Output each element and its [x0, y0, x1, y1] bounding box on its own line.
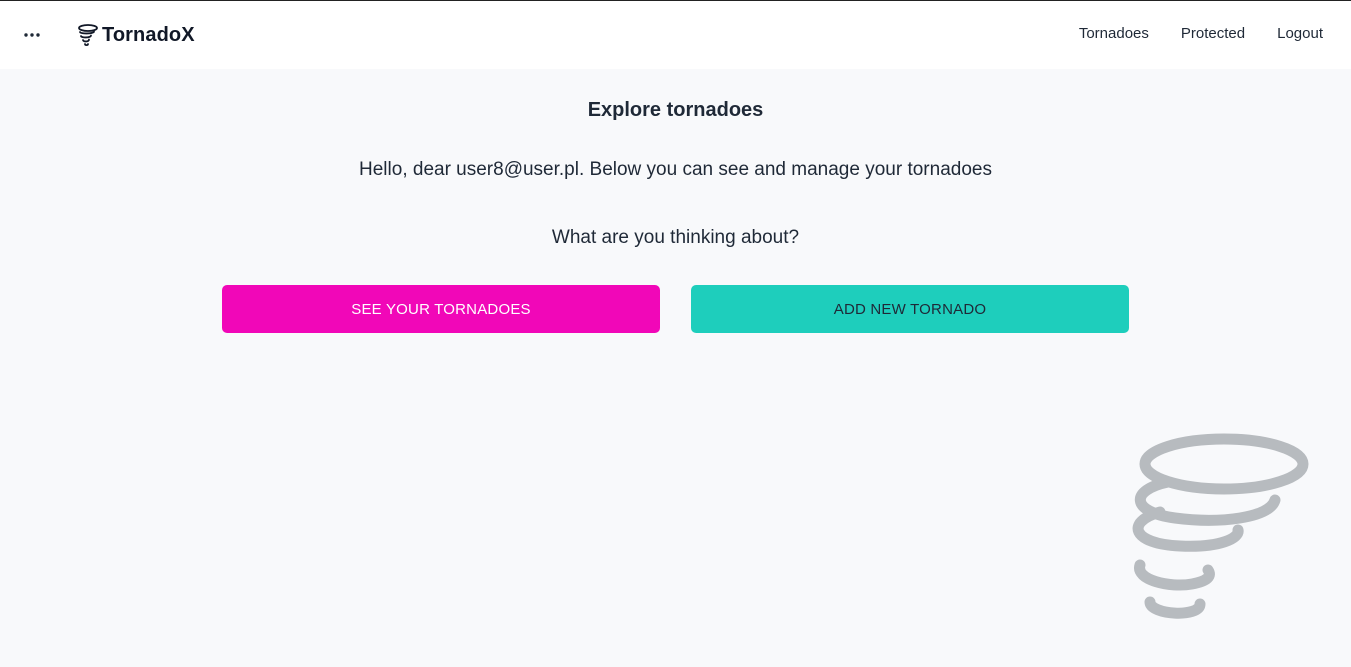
brand-name: TornadoX [102, 23, 195, 46]
nav-link-protected[interactable]: Protected [1181, 25, 1245, 42]
more-horizontal-icon [24, 33, 40, 37]
top-navbar: TornadoX Tornadoes Protected Logout [0, 0, 1351, 69]
more-menu-button[interactable] [20, 21, 44, 49]
tornado-illustration-icon [1132, 433, 1309, 619]
nav-link-logout[interactable]: Logout [1277, 25, 1323, 42]
question-text: What are you thinking about? [551, 227, 800, 248]
see-your-tornadoes-button[interactable]: SEE YOUR TORNADOES [222, 285, 660, 333]
tornado-icon [78, 24, 98, 47]
page-title: Explore tornadoes [587, 99, 764, 121]
add-new-tornado-button[interactable]: ADD NEW TORNADO [691, 285, 1129, 333]
main-nav: Tornadoes Protected Logout [1079, 25, 1323, 42]
nav-link-tornadoes[interactable]: Tornadoes [1079, 25, 1149, 42]
greeting-text: Hello, dear user8@user.pl. Below you can… [359, 159, 992, 180]
brand-logo-link[interactable]: TornadoX [76, 21, 195, 49]
